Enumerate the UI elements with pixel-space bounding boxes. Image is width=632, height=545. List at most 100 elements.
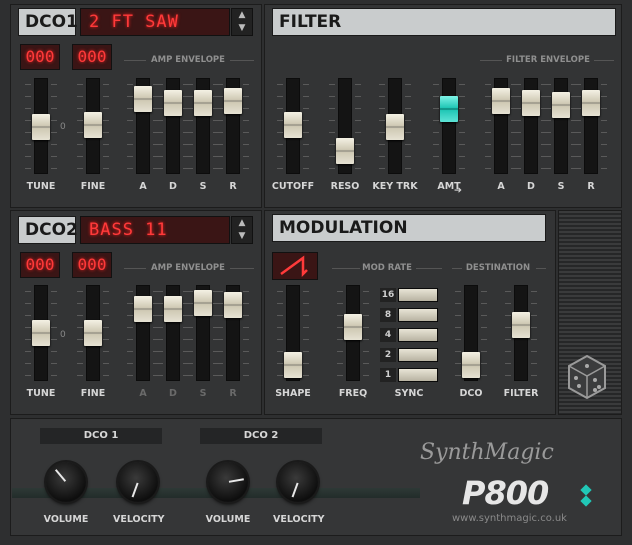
dco2-patch-spinner[interactable]: ▲ ▼: [231, 216, 253, 244]
tick-mark: [601, 84, 607, 85]
filter-cutoff-slider-thumb[interactable]: [284, 112, 302, 138]
sync-button-16[interactable]: [398, 288, 438, 302]
spin-up-icon[interactable]: ▲: [232, 217, 252, 230]
dice-randomize-icon[interactable]: [566, 354, 608, 400]
sync-button-4[interactable]: [398, 328, 438, 342]
tick-mark: [277, 168, 283, 169]
filter-env-s-slider-thumb[interactable]: [552, 92, 570, 118]
mod-dco-slider-thumb[interactable]: [462, 352, 480, 378]
tick-mark: [77, 375, 83, 376]
sync-button-1[interactable]: [398, 368, 438, 382]
spin-down-icon[interactable]: ▼: [232, 230, 252, 243]
sync-value-8: 8: [380, 308, 396, 322]
dco2-fine-slider-thumb[interactable]: [84, 320, 102, 346]
tick-mark: [303, 156, 309, 157]
dco2-amp-s-slider-thumb[interactable]: [194, 290, 212, 316]
tick-mark: [25, 339, 31, 340]
tick-mark: [329, 84, 335, 85]
tick-mark: [25, 108, 31, 109]
tick-mark: [363, 363, 369, 364]
tick-mark: [505, 327, 511, 328]
tick-mark: [531, 339, 537, 340]
tick-mark: [379, 132, 385, 133]
filter-keytrk-slider-thumb[interactable]: [386, 114, 404, 140]
filter-env-a-slider-thumb[interactable]: [492, 88, 510, 114]
tick-mark: [51, 291, 57, 292]
dco1-volume-label: VOLUME: [43, 514, 89, 525]
tick-mark: [103, 375, 109, 376]
dco2-tune-slider-thumb[interactable]: [32, 320, 50, 346]
zero-mark: 0: [60, 122, 66, 132]
tick-mark: [505, 363, 511, 364]
tick-mark: [459, 144, 465, 145]
shape-display[interactable]: [272, 252, 318, 280]
tick-mark: [355, 96, 361, 97]
tick-mark: [545, 108, 551, 109]
tick-mark: [217, 375, 223, 376]
tick-mark: [187, 96, 193, 97]
sync-button-2[interactable]: [398, 348, 438, 362]
dco2-patch-display[interactable]: BASS 11: [80, 216, 230, 244]
tick-mark: [545, 96, 551, 97]
tick-mark: [277, 315, 283, 316]
tick-mark: [485, 96, 491, 97]
dco1-patch-spinner[interactable]: ▲ ▼: [231, 8, 253, 36]
dco1-amp-d-slider-thumb[interactable]: [164, 90, 182, 116]
tick-mark: [127, 156, 133, 157]
dco1-tune-slider-thumb[interactable]: [32, 114, 50, 140]
filter-amt-slider[interactable]: [442, 78, 456, 174]
tick-mark: [379, 96, 385, 97]
dco2-volume-label: VOLUME: [205, 514, 251, 525]
spin-down-icon[interactable]: ▼: [232, 22, 252, 35]
spin-up-icon[interactable]: ▲: [232, 9, 252, 22]
tick-mark: [217, 120, 223, 121]
tick-mark: [303, 96, 309, 97]
tick-mark: [505, 351, 511, 352]
tick-mark: [433, 144, 439, 145]
tick-mark: [187, 120, 193, 121]
tick-mark: [243, 303, 249, 304]
mod-shape-slider-thumb[interactable]: [284, 352, 302, 378]
tick-mark: [77, 120, 83, 121]
mod-freq-slider-thumb[interactable]: [344, 314, 362, 340]
tick-mark: [217, 327, 223, 328]
tick-mark: [187, 363, 193, 364]
tick-mark: [433, 156, 439, 157]
mod-shape-label: SHAPE: [275, 388, 311, 399]
dco1-amp-a-slider-thumb[interactable]: [134, 86, 152, 112]
tick-mark: [363, 327, 369, 328]
tick-mark: [51, 363, 57, 364]
tick-mark: [531, 375, 537, 376]
sync-button-8[interactable]: [398, 308, 438, 322]
filter-env-r-slider-thumb[interactable]: [582, 90, 600, 116]
dco1-velocity-knob[interactable]: [118, 462, 158, 502]
tick-mark: [329, 108, 335, 109]
tick-mark: [481, 339, 487, 340]
tick-mark: [337, 363, 343, 364]
tick-mark: [405, 96, 411, 97]
tick-mark: [51, 132, 57, 133]
tick-mark: [303, 144, 309, 145]
dco2-velocity-knob[interactable]: [278, 462, 318, 502]
tick-mark: [329, 168, 335, 169]
filter-env-d-slider-thumb[interactable]: [522, 90, 540, 116]
tick-mark: [601, 132, 607, 133]
mod-filter-slider-thumb[interactable]: [512, 312, 530, 338]
dco1-fine-slider-thumb[interactable]: [84, 112, 102, 138]
dco1-volume-knob[interactable]: [46, 462, 86, 502]
tick-mark: [187, 315, 193, 316]
dco1-patch-display[interactable]: 2 FT SAW: [80, 8, 230, 36]
tick-mark: [51, 315, 57, 316]
filter-reso-label: RESO: [330, 181, 360, 192]
filter-reso-slider-thumb[interactable]: [336, 138, 354, 164]
dco1-amp-r-slider-thumb[interactable]: [224, 88, 242, 114]
tick-mark: [379, 156, 385, 157]
tick-mark: [329, 156, 335, 157]
filter-amt-slider-thumb[interactable]: [440, 96, 458, 122]
sync-value-1: 1: [380, 368, 396, 382]
dco1-amp-s-slider-thumb[interactable]: [194, 90, 212, 116]
dco2-amp-r-slider-thumb[interactable]: [224, 292, 242, 318]
dco2-amp-a-slider-thumb[interactable]: [134, 296, 152, 322]
dco2-volume-knob[interactable]: [208, 462, 248, 502]
dco2-amp-d-slider-thumb[interactable]: [164, 296, 182, 322]
